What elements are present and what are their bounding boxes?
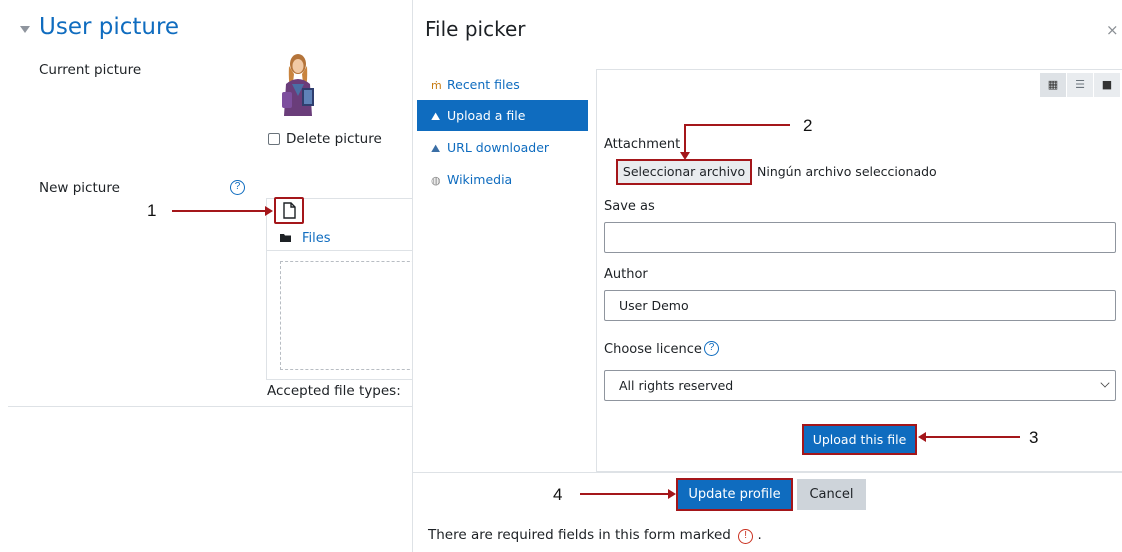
- divider: [266, 250, 418, 251]
- arrow-head-icon: [265, 206, 273, 216]
- cancel-button[interactable]: Cancel: [797, 479, 866, 510]
- upload-icon: ⛰: [431, 110, 441, 123]
- repo-label: URL downloader: [447, 140, 550, 155]
- new-picture-label: New picture: [39, 180, 120, 196]
- author-input[interactable]: User Demo: [604, 290, 1116, 321]
- choose-licence-label: Choose licence: [604, 342, 702, 357]
- repo-upload-a-file[interactable]: ⛰ Upload a file: [417, 100, 588, 131]
- folder-icon: [280, 234, 291, 242]
- view-mode-buttons: ▦ ☰ ■: [1040, 73, 1122, 97]
- upload-form-pane: [596, 69, 1122, 472]
- annotation-arrow-3: [926, 436, 1020, 438]
- annotation-number-2: 2: [803, 116, 813, 135]
- choose-file-button[interactable]: Seleccionar archivo: [616, 159, 752, 185]
- licence-help-icon[interactable]: ?: [704, 341, 719, 356]
- attachment-label: Attachment: [604, 137, 681, 152]
- upload-this-file-button[interactable]: Upload this file: [802, 424, 917, 455]
- repo-wikimedia[interactable]: ◍ Wikimedia: [417, 164, 588, 195]
- annotation-number-1: 1: [147, 201, 157, 220]
- close-icon[interactable]: ×: [1106, 21, 1119, 39]
- dialog-title: File picker: [425, 17, 526, 41]
- arrow-head-icon: [668, 489, 676, 499]
- update-profile-button[interactable]: Update profile: [676, 478, 793, 511]
- save-as-label: Save as: [604, 199, 655, 214]
- tree-view-icon[interactable]: ■: [1094, 73, 1120, 97]
- accepted-types-label: Accepted file types:: [267, 383, 401, 399]
- repo-url-downloader[interactable]: ⛰ URL downloader: [417, 132, 588, 163]
- divider: [412, 472, 1122, 473]
- current-avatar-image: [282, 54, 314, 116]
- repo-recent-files[interactable]: ṁ Recent files: [417, 69, 588, 100]
- licence-select[interactable]: All rights reserved: [604, 370, 1116, 401]
- annotation-number-3: 3: [1029, 428, 1039, 447]
- chevron-down-icon: [1100, 378, 1110, 388]
- licence-selected-value: All rights reserved: [619, 378, 734, 393]
- repo-label: Wikimedia: [447, 172, 513, 187]
- annotation-number-4: 4: [553, 485, 563, 504]
- annotation-arrow-4: [580, 493, 668, 495]
- add-file-button[interactable]: [274, 197, 304, 224]
- annotation-arrow-2-stem: [684, 124, 686, 154]
- wikimedia-icon: ◍: [431, 174, 441, 187]
- files-folder-link[interactable]: Files: [302, 231, 331, 246]
- required-fields-suffix: .: [757, 527, 762, 543]
- url-downloader-icon: ⛰: [431, 142, 441, 155]
- repo-label: Recent files: [447, 77, 520, 92]
- required-fields-note: There are required fields in this form m…: [428, 527, 762, 544]
- arrow-head-icon: [918, 432, 926, 442]
- icons-view-icon[interactable]: ▦: [1040, 73, 1066, 97]
- required-icon: !: [738, 529, 754, 544]
- file-dropzone[interactable]: [280, 261, 420, 370]
- no-file-selected-text: Ningún archivo seleccionado: [757, 164, 937, 179]
- arrow-head-icon: [680, 152, 690, 160]
- save-as-input[interactable]: [604, 222, 1116, 253]
- recent-files-icon: ṁ: [431, 79, 442, 92]
- file-icon: [283, 202, 296, 219]
- current-picture-label: Current picture: [39, 62, 142, 78]
- delete-picture-checkbox[interactable]: [268, 133, 280, 145]
- annotation-arrow-1: [172, 210, 265, 212]
- help-icon[interactable]: ?: [230, 180, 245, 195]
- delete-picture-label: Delete picture: [286, 131, 382, 147]
- collapse-caret-icon[interactable]: [20, 26, 30, 33]
- required-fields-text: There are required fields in this form m…: [428, 527, 731, 543]
- list-view-icon[interactable]: ☰: [1067, 73, 1093, 97]
- section-title[interactable]: User picture: [39, 14, 179, 40]
- repo-label: Upload a file: [447, 108, 526, 123]
- annotation-arrow-2: [684, 124, 790, 126]
- author-label: Author: [604, 267, 648, 282]
